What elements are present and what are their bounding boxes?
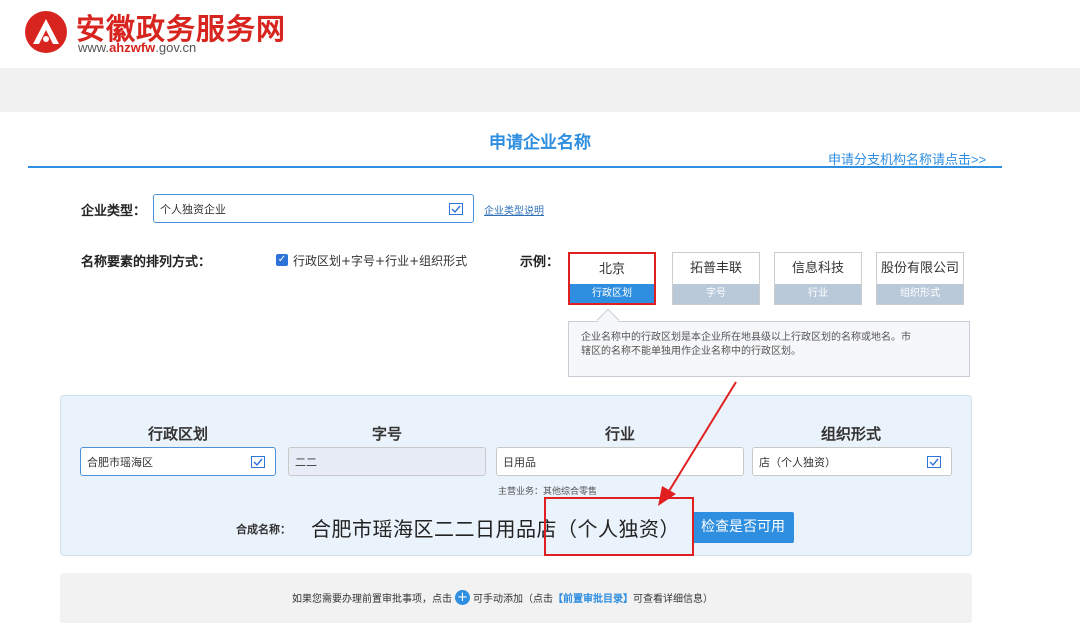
note-text: 如果您需要办理前置审批事项，点击 (292, 594, 452, 605)
annotation-arrow-icon (658, 381, 737, 506)
pre-approval-catalog-link[interactable]: 【前置审批目录】 (553, 590, 633, 605)
add-plus-icon[interactable]: + (455, 590, 470, 605)
note-text: 可查看详细信息） (633, 594, 713, 605)
note-text: 可手动添加（点击 (473, 594, 553, 605)
pre-approval-note: 如果您需要办理前置审批事项，点击 + 可手动添加（点击 【前置审批目录】 可查看… (292, 590, 713, 605)
